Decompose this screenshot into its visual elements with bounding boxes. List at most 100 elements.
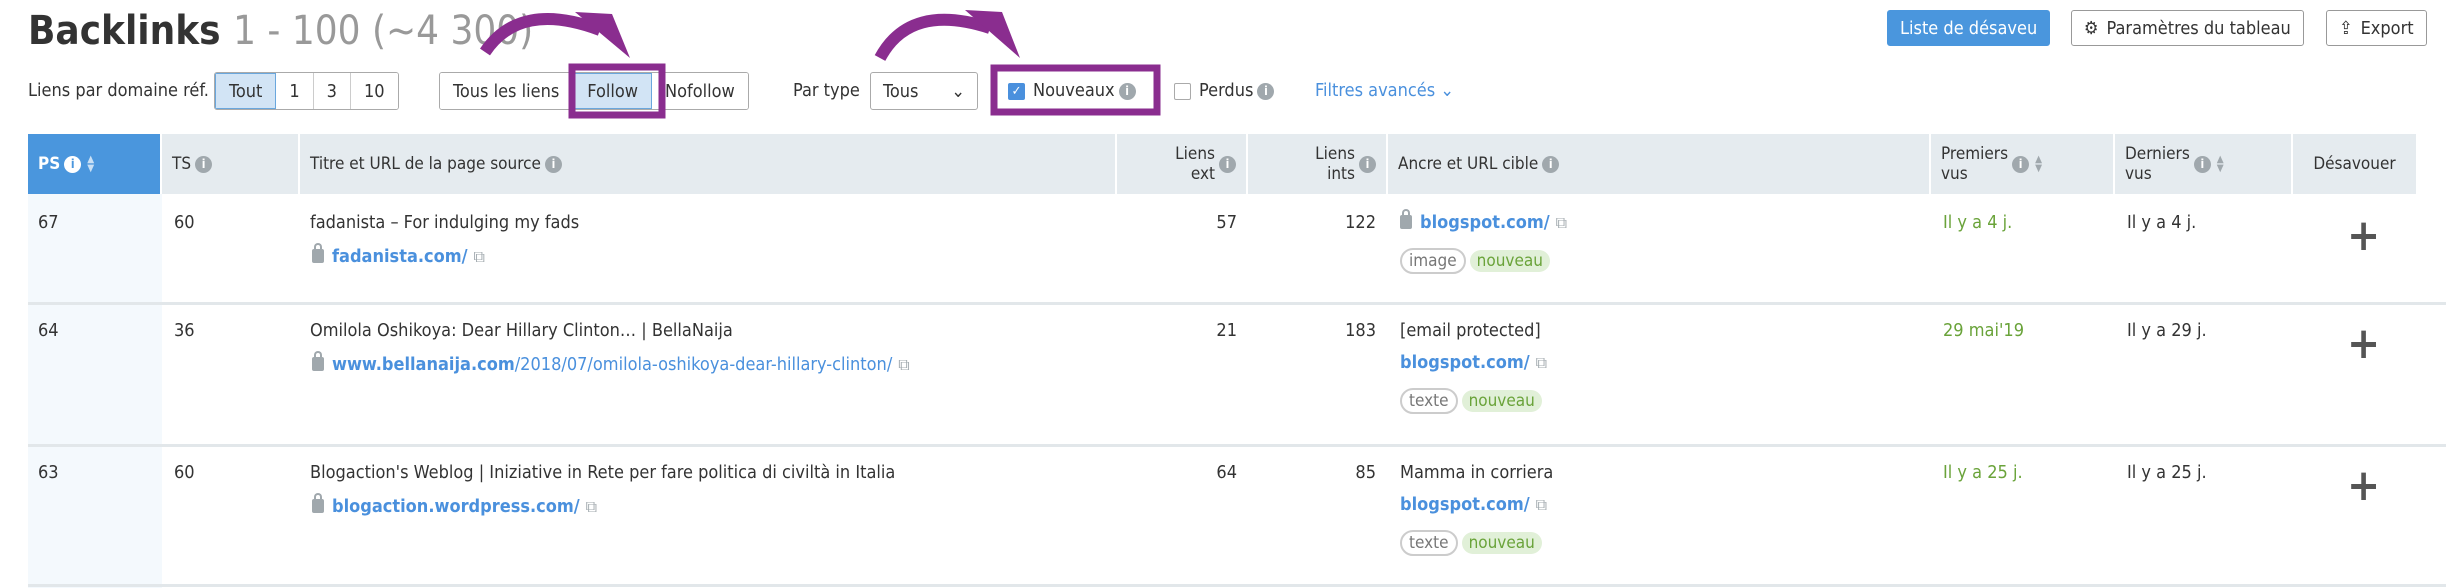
ts-value: 36 (174, 320, 195, 341)
arrow-to-nouveaux (874, 13, 992, 62)
disavow-add-button[interactable]: + (2347, 214, 2380, 258)
source-url-link[interactable]: fadanista.com/ ⧉ (312, 243, 485, 267)
disavow-label: Désavouer (2313, 154, 2396, 174)
int-links-value: 122 (1345, 212, 1376, 233)
sort-icon: ▲ ▼ (2035, 154, 2042, 174)
ps-value: 63 (38, 462, 59, 483)
target-url-link[interactable]: blogspot.com/ ⧉ (1400, 494, 1547, 515)
source-title: Blogaction's Weblog | Iniziative in Rete… (310, 462, 896, 483)
external-link-icon[interactable]: ⧉ (1536, 353, 1547, 372)
disavow-add-button[interactable]: + (2347, 464, 2380, 508)
source-url-link[interactable]: www.bellanaija.com/2018/07/omilola-oshik… (312, 351, 910, 375)
first-seen-value: Il y a 4 j. (1943, 212, 2013, 233)
source-url-domain: www.bellanaija.com (332, 354, 515, 375)
ext-label-1: Liens (1175, 144, 1215, 164)
ps-label: PS (38, 154, 61, 174)
column-header-ps[interactable]: PS i ▲ ▼ (28, 134, 162, 194)
tags: image nouveau (1400, 248, 1554, 274)
target-url-link[interactable]: blogspot.com/ ⧉ (1400, 209, 1567, 233)
title-label: Titre et URL de la page source (310, 154, 541, 174)
last-label-1: Derniers (2125, 144, 2190, 164)
target-url: blogspot.com/ (1400, 352, 1530, 373)
nouveaux-highlight-box (990, 64, 1161, 116)
tag-texte: texte (1400, 530, 1458, 556)
first-seen-value: Il y a 25 j. (1943, 462, 2023, 483)
column-header-first-seen[interactable]: Premiers vus i ▲ ▼ (1931, 134, 2115, 194)
anchor-text: [email protected] (1400, 320, 1541, 341)
info-icon: i (1219, 155, 1236, 173)
anchor-label: Ancre et URL cible (1398, 154, 1539, 174)
first-label-1: Premiers (1941, 144, 2009, 164)
info-icon: i (64, 155, 82, 173)
column-header-anchor: Ancre et URL cible i (1388, 134, 1931, 194)
info-icon: i (2193, 155, 2211, 173)
first-label-2: vus (1941, 164, 1968, 184)
target-url: blogspot.com/ (1400, 494, 1530, 515)
ints-label-2: ints (1327, 164, 1355, 184)
info-icon: i (2012, 155, 2030, 173)
external-link-icon[interactable]: ⧉ (586, 497, 597, 516)
ext-label: Liens ext (1175, 144, 1215, 184)
ext-links-value: 64 (1216, 462, 1237, 483)
ts-value: 60 (174, 212, 195, 233)
ext-links-value: 57 (1216, 212, 1237, 233)
ext-links-value: 21 (1216, 320, 1237, 341)
source-title: Omilola Oshikoya: Dear Hillary Clinton… … (310, 320, 733, 341)
row-divider (28, 584, 2446, 587)
int-links-value: 183 (1345, 320, 1376, 341)
last-seen-value: Il y a 4 j. (2127, 212, 2197, 233)
row-divider (28, 444, 2446, 447)
last-label-2: vus (2125, 164, 2152, 184)
external-link-icon[interactable]: ⧉ (474, 247, 485, 266)
ints-label-1: Liens (1315, 144, 1355, 164)
follow-highlight-box (568, 63, 666, 119)
external-link-icon[interactable]: ⧉ (898, 355, 909, 374)
source-url-domain: blogaction.wordpress.com/ (332, 496, 580, 517)
tag-nouveau: nouveau (1469, 250, 1550, 272)
first-seen-value: 29 mai'19 (1943, 320, 2024, 341)
lock-icon (312, 493, 324, 513)
source-url-path: /2018/07/omilola-oshikoya-dear-hillary-c… (514, 354, 893, 375)
target-url-link[interactable]: blogspot.com/ ⧉ (1400, 352, 1547, 373)
external-link-icon[interactable]: ⧉ (1536, 495, 1547, 514)
info-icon: i (1359, 155, 1376, 173)
column-header-title: Titre et URL de la page source i (300, 134, 1117, 194)
sort-icon: ▲ ▼ (2216, 154, 2224, 174)
arrow-head (965, 10, 1020, 58)
anchor-text: Mamma in corriera (1400, 462, 1554, 483)
column-header-ext: Liens ext i (1117, 134, 1248, 194)
arrow-to-follow (480, 13, 603, 56)
first-seen-label: Premiers vus (1941, 144, 2008, 184)
last-seen-value: Il y a 29 j. (2127, 320, 2207, 341)
info-icon: i (1542, 155, 1560, 173)
ts-value: 60 (174, 462, 195, 483)
int-links-value: 85 (1355, 462, 1376, 483)
tag-texte: texte (1400, 388, 1458, 414)
ps-value: 64 (38, 320, 59, 341)
ps-value: 67 (38, 212, 59, 233)
external-link-icon[interactable]: ⧉ (1556, 213, 1567, 232)
sort-icon: ▲ ▼ (87, 154, 95, 174)
disavow-add-button[interactable]: + (2347, 322, 2380, 366)
info-icon: i (195, 155, 213, 173)
column-header-last-seen[interactable]: Derniers vus i ▲ ▼ (2115, 134, 2293, 194)
last-seen-value: Il y a 25 j. (2127, 462, 2207, 483)
tag-nouveau: nouveau (1461, 532, 1542, 554)
target-url: blogspot.com/ (1420, 212, 1550, 233)
ps-column-bg (28, 194, 162, 588)
lock-icon (1400, 209, 1412, 229)
tags: texte nouveau (1400, 388, 1546, 414)
column-header-ints: Liens ints i (1248, 134, 1388, 194)
lock-icon (312, 351, 324, 371)
arrow-head (575, 12, 630, 58)
tag-image: image (1400, 248, 1466, 274)
tag-nouveau: nouveau (1461, 390, 1542, 412)
ts-label: TS (172, 154, 192, 174)
row-divider (28, 302, 2446, 305)
column-header-ts[interactable]: TS i (162, 134, 300, 194)
source-title: fadanista – For indulging my fads (310, 212, 580, 233)
tags: texte nouveau (1400, 530, 1546, 556)
ext-label-2: ext (1190, 164, 1215, 184)
source-url-link[interactable]: blogaction.wordpress.com/ ⧉ (312, 493, 597, 517)
last-seen-label: Derniers vus (2125, 144, 2190, 184)
